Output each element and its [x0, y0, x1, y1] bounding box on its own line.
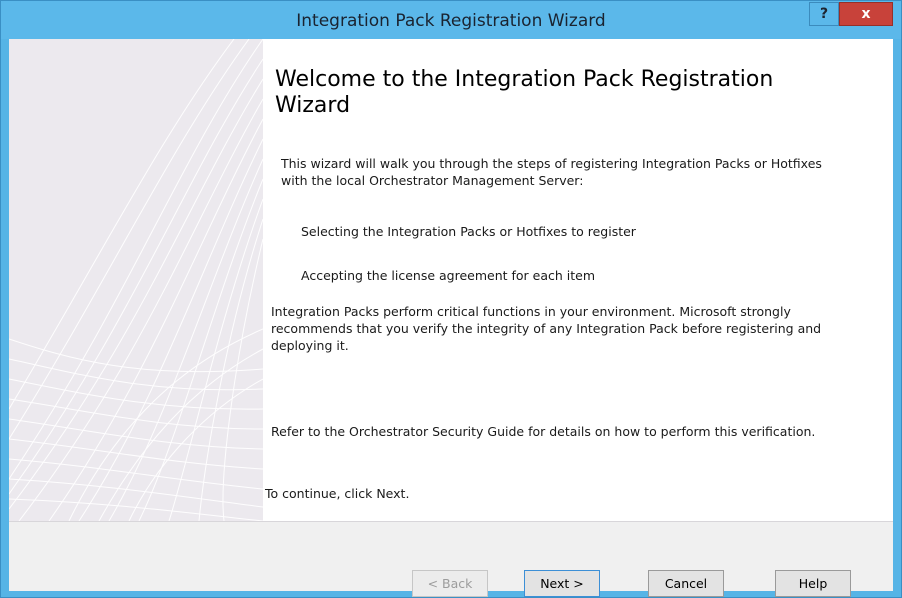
title-help-button[interactable]: ? [809, 2, 839, 26]
continue-text: To continue, click Next. [265, 486, 410, 501]
title-bar[interactable]: Integration Pack Registration Wizard ? x [1, 1, 901, 39]
page-heading: Welcome to the Integration Pack Registra… [275, 67, 774, 118]
back-button[interactable]: < Back [412, 570, 488, 597]
swirl-lines-graphic [9, 39, 263, 521]
step-item: Accepting the license agreement for each… [301, 268, 596, 283]
content-panel: Welcome to the Integration Pack Registra… [263, 39, 893, 521]
wizard-window: Integration Pack Registration Wizard ? x [0, 0, 902, 598]
banner-graphic [9, 39, 263, 521]
step-item: Selecting the Integration Packs or Hotfi… [301, 224, 636, 239]
wizard-client-area: Welcome to the Integration Pack Registra… [9, 39, 893, 597]
reference-text: Refer to the Orchestrator Security Guide… [271, 424, 816, 439]
button-bar: < Back Next > Cancel Help [9, 522, 893, 597]
next-button[interactable]: Next > [524, 570, 600, 597]
close-button[interactable]: x [839, 2, 893, 26]
warning-text: Integration Packs perform critical funct… [271, 304, 822, 353]
window-title: Integration Pack Registration Wizard [296, 11, 606, 31]
help-button[interactable]: Help [775, 570, 851, 597]
intro-text: This wizard will walk you through the st… [281, 156, 822, 188]
cancel-button[interactable]: Cancel [648, 570, 724, 597]
